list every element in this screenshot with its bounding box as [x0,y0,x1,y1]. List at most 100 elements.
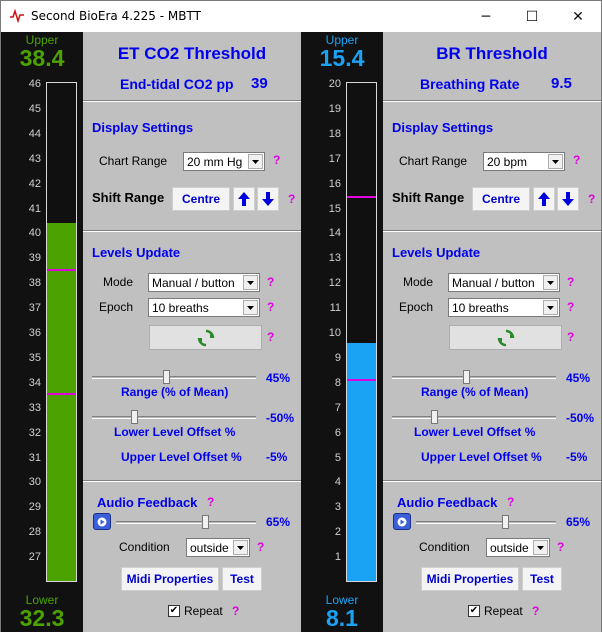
shift-down-button[interactable] [557,187,579,211]
help-icon[interactable]: ? [267,300,274,314]
scale-tick: 45 [28,102,41,115]
slider-thumb[interactable] [431,410,438,424]
scale-tick: 42 [28,177,41,190]
slider-thumb[interactable] [163,370,170,384]
shift-up-button[interactable] [233,187,255,211]
range-slider[interactable] [392,369,556,385]
scale-tick: 19 [328,102,341,115]
chart-range-select[interactable]: 20 bpm [483,152,565,171]
refresh-levels-button[interactable] [149,325,262,350]
help-icon[interactable]: ? [288,192,295,206]
play-button[interactable] [393,513,411,530]
mode-value: Manual / button [452,276,535,290]
help-icon[interactable]: ? [557,540,564,554]
shift-up-button[interactable] [533,187,555,211]
refresh-icon [197,329,214,346]
mode-select[interactable]: Manual / button [148,273,260,292]
epoch-select[interactable]: 10 breaths [148,298,260,317]
scale-tick: 2 [334,526,341,539]
help-icon[interactable]: ? [267,330,274,344]
range-slider[interactable] [92,369,256,385]
help-icon[interactable]: ? [257,540,264,554]
slider-track [416,521,556,524]
test-button[interactable]: Test [222,567,262,591]
help-icon[interactable]: ? [507,495,514,509]
help-icon[interactable]: ? [273,153,280,167]
co2-threshold-panel: ET CO2 Threshold End-tidal CO2 pp 39 Dis… [83,32,301,632]
display-settings-header: Display Settings [92,120,194,135]
epoch-label: Epoch [99,300,134,314]
chevron-down-icon [233,540,248,555]
range-caption: Range (% of Mean) [121,385,229,399]
repeat-checkbox[interactable]: ✔ [168,605,180,617]
maximize-button[interactable]: ☐ [509,1,555,32]
mode-label: Mode [403,275,434,289]
condition-select[interactable]: outside [186,538,250,557]
help-icon[interactable]: ? [267,275,274,289]
scale-tick: 40 [28,227,41,240]
upper-offset-value: -5% [266,450,288,464]
br-threshold-panel: BR Threshold Breathing Rate 9.5 Display … [383,32,601,632]
title-bar[interactable]: Second BioEra 4.225 - MBTT ─ ☐ ✕ [1,1,601,32]
help-icon[interactable]: ? [573,153,580,167]
help-icon[interactable]: ? [532,604,539,618]
test-button[interactable]: Test [522,567,562,591]
divider [83,100,301,102]
volume-slider[interactable] [416,514,556,530]
scale-tick: 28 [28,526,41,539]
scale-tick: 44 [28,127,41,140]
help-icon[interactable]: ? [567,300,574,314]
mode-select[interactable]: Manual / button [448,273,560,292]
panel-title: BR Threshold [436,44,548,63]
arrow-down-icon [562,192,574,206]
range-value: 45% [566,371,591,385]
slider-thumb[interactable] [502,515,509,529]
centre-button[interactable]: Centre [472,187,530,211]
midi-properties-button[interactable]: Midi Properties [121,567,219,591]
help-icon[interactable]: ? [588,192,595,206]
refresh-levels-button[interactable] [449,325,562,350]
help-icon[interactable]: ? [232,604,239,618]
slider-thumb[interactable] [463,370,470,384]
slider-track [392,376,556,379]
help-icon[interactable]: ? [207,495,214,509]
volume-slider[interactable] [116,514,256,530]
minimize-button[interactable]: ─ [463,1,509,32]
midi-properties-button[interactable]: Midi Properties [421,567,519,591]
upper-offset-caption: Upper Level Offset % [121,450,242,464]
scale-tick: 39 [28,252,41,265]
repeat-label: Repeat [184,604,223,618]
lower-offset-slider[interactable] [392,409,556,425]
shift-down-button[interactable] [257,187,279,211]
lower-offset-slider[interactable] [92,409,256,425]
close-button[interactable]: ✕ [555,1,601,32]
levels-update-header: Levels Update [92,245,181,260]
repeat-checkbox[interactable]: ✔ [468,605,480,617]
lower-offset-value: -50% [266,411,295,425]
scale-tick: 46 [28,78,41,90]
scale-tick: 17 [328,152,341,165]
volume-value: 65% [266,515,291,529]
scale-tick: 13 [328,252,341,265]
centre-button[interactable]: Centre [172,187,230,211]
br-meter: Upper 15.4 20 19 18 17 16 15 14 13 12 11 10 9 8 7 6 5 4 3… [301,32,383,632]
chart-range-label: Chart Range [99,154,168,168]
scale-tick: 12 [328,277,341,290]
epoch-select[interactable]: 10 breaths [448,298,560,317]
slider-thumb[interactable] [202,515,209,529]
condition-label: Condition [119,540,170,554]
slider-thumb[interactable] [131,410,138,424]
level-bar [46,82,77,582]
chart-range-select[interactable]: 20 mm Hg [183,152,265,171]
help-icon[interactable]: ? [567,330,574,344]
slider-track [92,376,256,379]
play-button[interactable] [93,513,111,530]
divider [383,230,601,232]
condition-select[interactable]: outside [486,538,550,557]
lower-marker [347,379,376,381]
help-icon[interactable]: ? [567,275,574,289]
chevron-down-icon [248,154,263,169]
slider-track [392,416,556,419]
volume-value: 65% [566,515,591,529]
chart-range-value: 20 mm Hg [187,155,243,169]
